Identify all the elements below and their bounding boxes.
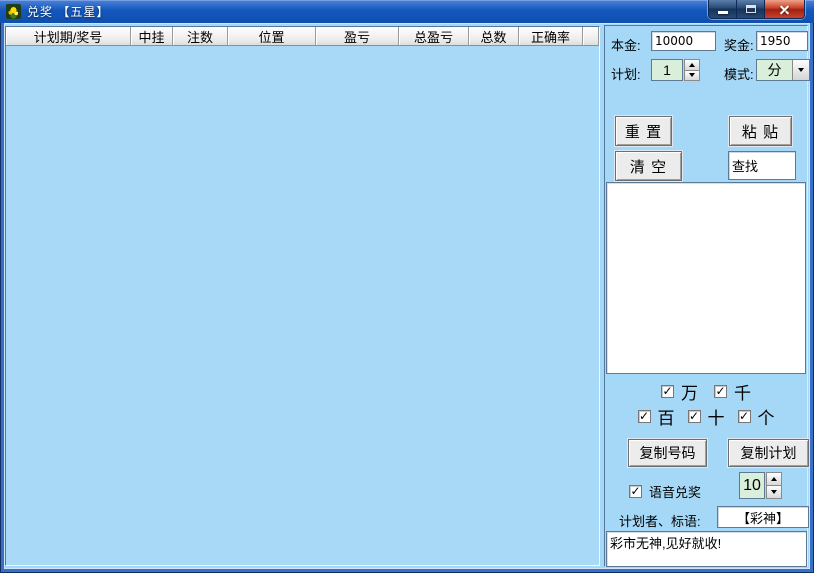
title-bar: 兑奖 【五星】 (0, 0, 814, 23)
minimize-icon (718, 11, 728, 14)
reset-button[interactable]: 重 置 (615, 116, 672, 146)
mode-dropdown-value: 分 (757, 60, 792, 80)
maximize-button[interactable] (737, 0, 765, 19)
client-area: 计划期/奖号 中挂 注数 位置 盈亏 总盈亏 总数 正确率 本金: 奖金: 计划… (4, 23, 810, 569)
app-flower-icon (6, 4, 21, 19)
column-header-period[interactable]: 计划期/奖号 (6, 27, 131, 46)
control-panel: 本金: 奖金: 计划: 1 模式: 分 重 置 粘 贴 清 空 (604, 25, 808, 567)
column-header-hit[interactable]: 中挂 (131, 27, 173, 46)
up-arrow-icon (689, 63, 695, 67)
checkbox-icon (638, 410, 651, 423)
prize-input[interactable] (756, 31, 808, 51)
digit-checkbox-wan[interactable]: 万 (661, 379, 698, 404)
planner-label: 计划者、标语: (619, 511, 701, 530)
column-header-total-profit[interactable]: 总盈亏 (399, 27, 469, 46)
digit-label-ge: 个 (758, 404, 775, 429)
results-list-body[interactable] (6, 46, 599, 565)
digit-checkbox-bai[interactable]: 百 (638, 404, 675, 429)
planner-input[interactable] (717, 506, 809, 528)
window-title: 兑奖 【五星】 (27, 3, 109, 20)
find-input[interactable] (728, 151, 796, 180)
numbers-listbox[interactable] (606, 182, 806, 374)
column-header-bets[interactable]: 注数 (173, 27, 228, 46)
checkbox-icon (738, 410, 751, 423)
digit-checkbox-ge[interactable]: 个 (738, 404, 775, 429)
maximize-icon (746, 5, 756, 13)
principal-input[interactable] (651, 31, 716, 51)
listview-header: 计划期/奖号 中挂 注数 位置 盈亏 总盈亏 总数 正确率 (6, 27, 599, 46)
slogan-text: 彩市无神,见好就收! (610, 536, 721, 551)
digit-label-bai: 百 (658, 404, 675, 429)
app-window: 兑奖 【五星】 计划期/奖号 中挂 注数 位置 盈亏 总盈亏 总数 (0, 0, 814, 573)
checkbox-icon (661, 385, 674, 398)
column-header-position[interactable]: 位置 (228, 27, 316, 46)
close-button[interactable] (765, 0, 805, 19)
digit-label-qian: 千 (734, 379, 751, 404)
mode-dropdown[interactable]: 分 (756, 59, 810, 81)
interval-spinner-buttons (766, 472, 782, 499)
column-header-profit[interactable]: 盈亏 (316, 27, 399, 46)
copy-number-button[interactable]: 复制号码 (628, 439, 707, 467)
plan-spinner-up-button[interactable] (684, 59, 700, 71)
column-header-accuracy[interactable]: 正确率 (519, 27, 583, 46)
copy-plan-button[interactable]: 复制计划 (728, 439, 809, 467)
digit-label-shi: 十 (708, 404, 725, 429)
interval-spinner-value[interactable]: 10 (739, 472, 765, 499)
clear-button[interactable]: 清 空 (615, 151, 682, 181)
column-header-total[interactable]: 总数 (469, 27, 519, 46)
mode-dropdown-button[interactable] (792, 60, 809, 80)
checkbox-icon (688, 410, 701, 423)
checkbox-icon (714, 385, 727, 398)
digit-checkbox-row-2: 百 十 个 (605, 404, 807, 429)
digit-label-wan: 万 (681, 379, 698, 404)
interval-spinner-down-button[interactable] (766, 486, 782, 499)
plan-spinner-buttons (684, 59, 700, 81)
plan-spinner: 1 (651, 59, 700, 81)
mode-label: 模式: (724, 64, 754, 83)
slogan-textbox[interactable]: 彩市无神,见好就收! (606, 531, 807, 567)
column-header-blank[interactable] (583, 27, 599, 46)
interval-spinner-up-button[interactable] (766, 472, 782, 486)
plan-spinner-value[interactable]: 1 (651, 59, 683, 81)
digit-checkbox-row-1: 万 千 (605, 379, 807, 404)
checkbox-icon (629, 485, 642, 498)
principal-label: 本金: (611, 35, 641, 54)
digit-checkbox-shi[interactable]: 十 (688, 404, 725, 429)
results-listview: 计划期/奖号 中挂 注数 位置 盈亏 总盈亏 总数 正确率 (5, 26, 600, 566)
plan-spinner-down-button[interactable] (684, 71, 700, 82)
plan-label: 计划: (611, 64, 641, 83)
prize-label: 奖金: (724, 35, 754, 54)
digit-checkbox-qian[interactable]: 千 (714, 379, 751, 404)
close-icon (778, 4, 791, 15)
window-controls (708, 0, 805, 19)
voice-label: 语音兑奖 (649, 482, 701, 501)
down-arrow-icon (689, 73, 695, 77)
up-arrow-icon (771, 477, 777, 481)
down-arrow-icon (771, 490, 777, 494)
paste-button[interactable]: 粘 贴 (729, 116, 792, 146)
voice-checkbox[interactable]: 语音兑奖 (629, 482, 701, 501)
dropdown-arrow-icon (798, 68, 804, 72)
interval-spinner: 10 (739, 472, 782, 499)
minimize-button[interactable] (708, 0, 737, 19)
